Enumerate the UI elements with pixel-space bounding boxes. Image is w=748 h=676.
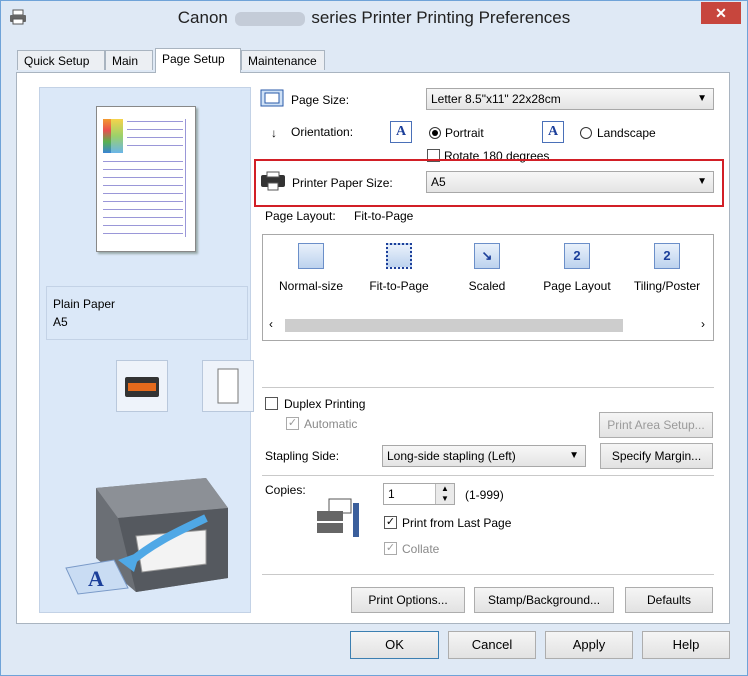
- chevron-down-icon: ▼: [569, 450, 579, 461]
- print-area-setup-button[interactable]: Print Area Setup...: [599, 412, 713, 438]
- printer-paper-icon: [261, 171, 285, 191]
- landscape-label: Landscape: [597, 126, 656, 140]
- collate-checkbox[interactable]: ✓: [384, 542, 397, 555]
- title-suffix: series Printer Printing Preferences: [311, 8, 571, 27]
- landscape-icon: A: [542, 121, 564, 143]
- preview-graphic-2: [111, 119, 123, 153]
- scrollbar-thumb[interactable]: [285, 319, 623, 332]
- scaled-icon: ↘: [474, 243, 500, 269]
- tab-main[interactable]: Main: [105, 50, 153, 70]
- preview-graphic: [103, 119, 111, 153]
- specify-margin-button[interactable]: Specify Margin...: [600, 443, 713, 469]
- tab-page-setup[interactable]: Page Setup: [155, 48, 241, 73]
- media-type-text: Plain Paper: [53, 297, 116, 311]
- page-size-value: Letter 8.5"x11" 22x28cm: [431, 92, 561, 106]
- stapling-side-value: Long-side stapling (Left): [387, 449, 516, 463]
- layout-scaled[interactable]: ↘ Scaled: [447, 243, 527, 293]
- duplex-printing-label: Duplex Printing: [284, 397, 366, 411]
- paper-thumbnail-icon: [202, 360, 254, 412]
- copies-range: (1-999): [465, 488, 504, 502]
- page-size-label: Page Size:: [291, 93, 350, 107]
- copies-value: 1: [388, 487, 395, 501]
- chevron-down-icon: ▼: [697, 93, 707, 104]
- orientation-arrow-icon: ↓: [271, 126, 277, 140]
- scroll-right-icon[interactable]: ›: [701, 317, 705, 331]
- printer-paper-size-select[interactable]: A5 ▼: [426, 171, 714, 193]
- layout-scrollbar[interactable]: ‹ ›: [267, 317, 709, 334]
- stapling-side-select[interactable]: Long-side stapling (Left) ▼: [382, 445, 586, 467]
- paper-source-icon: [116, 360, 168, 412]
- layout-fit-to-page[interactable]: Fit-to-Page: [359, 243, 439, 293]
- title-prefix: Canon: [177, 8, 228, 27]
- stamp-background-button[interactable]: Stamp/Background...: [474, 587, 614, 613]
- automatic-checkbox[interactable]: ✓: [286, 417, 299, 430]
- automatic-label: Automatic: [304, 417, 358, 431]
- copies-label: Copies:: [265, 483, 306, 497]
- apply-button[interactable]: Apply: [545, 631, 633, 659]
- collate-label: Collate: [402, 542, 440, 556]
- tab-quick-setup[interactable]: Quick Setup: [17, 50, 105, 70]
- paper-size-text: A5: [53, 315, 68, 329]
- layout-page-layout[interactable]: 2 Page Layout: [537, 243, 617, 293]
- page-layout-value: Fit-to-Page: [354, 209, 414, 223]
- fit-to-page-icon: [386, 243, 412, 269]
- spinner-arrows-icon[interactable]: ▲ ▼: [435, 484, 454, 504]
- landscape-radio[interactable]: [580, 127, 592, 139]
- printer-illustration: A: [65, 478, 228, 595]
- layout-page-layout-label: Page Layout: [543, 279, 611, 293]
- page-setup-panel: Plain Paper A5 A: [16, 72, 730, 624]
- chevron-down-icon: ▼: [697, 176, 707, 187]
- printer-paper-size-value: A5: [431, 175, 446, 189]
- divider: [262, 475, 714, 476]
- copies-stack-icon: [317, 498, 359, 537]
- printing-preferences-window: Canon series Printer Printing Preference…: [0, 0, 748, 676]
- divider: [262, 387, 714, 388]
- page-size-select[interactable]: Letter 8.5"x11" 22x28cm ▼: [426, 88, 714, 110]
- layout-tiling-poster[interactable]: 2 Tiling/Poster: [627, 243, 707, 293]
- scroll-left-icon[interactable]: ‹: [269, 317, 273, 331]
- print-from-last-page-label: Print from Last Page: [402, 516, 512, 530]
- layout-normal-size[interactable]: Normal-size: [271, 243, 351, 293]
- layout-tiling-poster-label: Tiling/Poster: [633, 279, 701, 293]
- preview-pane: Plain Paper A5 A: [39, 87, 254, 613]
- close-button[interactable]: ✕: [701, 2, 741, 24]
- model-name-redacted: [234, 11, 305, 26]
- tiling-poster-icon: 2: [654, 243, 680, 269]
- layout-normal-size-label: Normal-size: [278, 279, 343, 293]
- help-button[interactable]: Help: [642, 631, 730, 659]
- svg-text:A: A: [88, 566, 104, 591]
- defaults-button[interactable]: Defaults: [625, 587, 713, 613]
- page-layout-icon: 2: [564, 243, 590, 269]
- normal-size-icon: [298, 243, 324, 269]
- cancel-button[interactable]: Cancel: [448, 631, 536, 659]
- print-options-button[interactable]: Print Options...: [351, 587, 465, 613]
- copies-spinner[interactable]: 1 ▲ ▼: [383, 483, 455, 505]
- page-layout-label: Page Layout:: [265, 209, 336, 223]
- portrait-radio[interactable]: [429, 127, 441, 139]
- duplex-printing-checkbox[interactable]: [265, 397, 278, 410]
- printer-paper-size-label: Printer Paper Size:: [292, 176, 393, 190]
- media-info-box: Plain Paper A5: [46, 286, 248, 340]
- orientation-label: Orientation:: [291, 125, 354, 139]
- page-layout-list: Normal-size Fit-to-Page ↘ Scaled 2 Page …: [262, 234, 714, 341]
- print-from-last-page-checkbox[interactable]: ✓: [384, 516, 397, 529]
- stapling-side-label: Stapling Side:: [265, 449, 340, 463]
- page-size-icon: [260, 89, 284, 107]
- tab-maintenance[interactable]: Maintenance: [241, 50, 325, 70]
- layout-fit-to-page-label: Fit-to-Page: [369, 279, 429, 293]
- window-title: Canon series Printer Printing Preference…: [1, 8, 747, 28]
- title-bar: Canon series Printer Printing Preference…: [1, 1, 747, 35]
- ok-button[interactable]: OK: [350, 631, 439, 659]
- layout-scaled-label: Scaled: [468, 279, 506, 293]
- portrait-icon: A: [390, 121, 412, 143]
- divider: [262, 574, 714, 575]
- portrait-label: Portrait: [445, 126, 484, 140]
- paper-preview: [96, 106, 196, 252]
